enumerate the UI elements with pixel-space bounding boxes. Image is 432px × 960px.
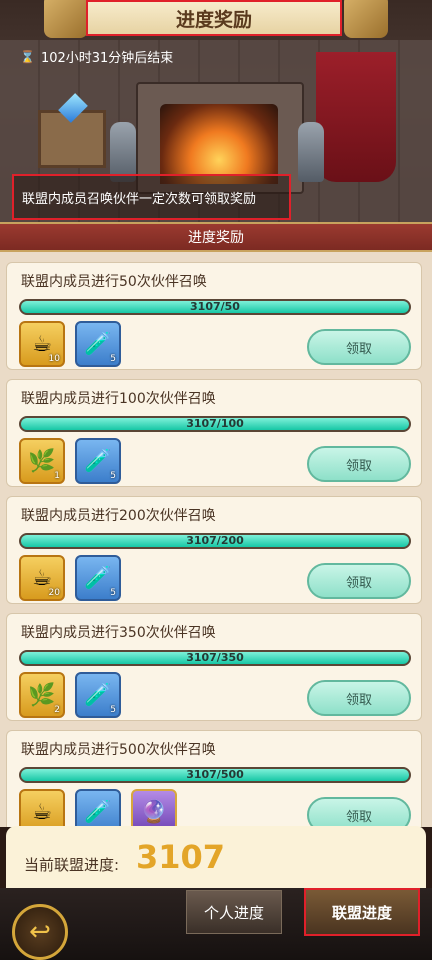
tab-alliance-label: 联盟进度	[331, 903, 392, 922]
task-progress-text: 3107/350	[186, 651, 244, 664]
reward-items: 🌿 1 🧪 5	[19, 438, 121, 484]
claim-button[interactable]: 领取	[307, 446, 411, 482]
task-progress-text: 3107/200	[186, 534, 244, 547]
claim-button[interactable]: 领取	[307, 680, 411, 716]
crest-right-icon	[344, 0, 388, 38]
task-progress-text: 3107/500	[186, 768, 244, 781]
task-progress-bar: 3107/50	[19, 299, 411, 315]
reward-items: ☕ 20 🧪 5	[19, 555, 121, 601]
section-header: 进度奖励	[0, 222, 432, 252]
reward-item[interactable]: 🌿 1	[19, 438, 65, 484]
fire-icon	[160, 104, 278, 184]
page-title-text: 进度奖励	[175, 8, 252, 31]
task-progress-bar: 3107/100	[19, 416, 411, 432]
reward-items: ☕ 10 🧪 5	[19, 321, 121, 367]
countdown-timer: ⌛ 102小时31分钟后结束	[20, 47, 174, 67]
current-progress-value: 3107	[136, 838, 226, 876]
reward-item[interactable]: ☕ 20	[19, 555, 65, 601]
tea-cup-icon: ☕	[32, 565, 52, 591]
reward-count: 10	[48, 354, 60, 364]
back-arrow-icon: ↩	[29, 917, 51, 947]
hint-text: 联盟内成员召唤伙伴一定次数可领取奖励	[22, 191, 257, 207]
reward-count: 5	[110, 354, 116, 364]
timer-text: 102小时31分钟后结束	[40, 51, 174, 66]
claim-button[interactable]: 领取	[307, 797, 411, 827]
task-title: 联盟内成员进行500次伙伴召唤	[21, 742, 216, 758]
section-title: 进度奖励	[188, 230, 244, 246]
reward-items: 🌿 2 🧪 5	[19, 672, 121, 718]
reward-item[interactable]: 🔮	[131, 789, 177, 827]
task-card: 联盟内成员进行50次伙伴召唤 3107/50 ☕ 10 🧪 5 领取	[6, 262, 422, 370]
potion-icon: 🧪	[84, 331, 112, 357]
reward-item[interactable]: ☕	[19, 789, 65, 827]
claim-button[interactable]: 领取	[307, 563, 411, 599]
potion-icon: 🧪	[84, 448, 112, 474]
reward-item[interactable]: 🌿 2	[19, 672, 65, 718]
reward-item[interactable]: 🧪	[75, 789, 121, 827]
potion-icon: 🧪	[84, 799, 112, 825]
task-card: 联盟内成员进行200次伙伴召唤 3107/200 ☕ 20 🧪 5 领取	[6, 496, 422, 604]
reward-count: 5	[110, 588, 116, 598]
tab-personal-label: 个人进度	[203, 903, 264, 922]
reward-items: ☕ 🧪 🔮	[19, 789, 177, 827]
task-progress-bar: 3107/350	[19, 650, 411, 666]
reward-count: 2	[54, 705, 60, 715]
task-title: 联盟内成员进行100次伙伴召唤	[21, 391, 216, 407]
claim-button[interactable]: 领取	[307, 329, 411, 365]
tab-alliance-progress[interactable]: 联盟进度	[304, 888, 420, 936]
reward-count: 5	[110, 471, 116, 481]
back-button[interactable]: ↩	[12, 904, 68, 960]
task-card: 联盟内成员进行500次伙伴召唤 3107/500 ☕ 🧪 🔮 领取	[6, 730, 422, 827]
crystal-card-icon: 🔮	[140, 799, 168, 825]
current-progress-panel: 当前联盟进度: 3107	[6, 826, 426, 888]
crest-left-icon	[44, 0, 88, 38]
reward-count: 5	[110, 705, 116, 715]
reward-item[interactable]: 🧪 5	[75, 321, 121, 367]
knight-armor-icon	[110, 122, 136, 182]
red-banner	[316, 52, 396, 182]
reward-item[interactable]: 🧪 5	[75, 555, 121, 601]
potion-icon: 🧪	[84, 682, 112, 708]
hourglass-icon: ⌛	[20, 49, 35, 64]
current-progress-label: 当前联盟进度:	[24, 856, 120, 874]
event-hint: 联盟内成员召唤伙伴一定次数可领取奖励	[12, 174, 291, 220]
task-progress-bar: 3107/200	[19, 533, 411, 549]
page-title: 进度奖励	[86, 0, 342, 36]
reward-item[interactable]: 🧪 5	[75, 438, 121, 484]
task-title: 联盟内成员进行50次伙伴召唤	[21, 274, 207, 290]
reward-item[interactable]: 🧪 5	[75, 672, 121, 718]
reward-count: 1	[54, 471, 60, 481]
herb-bundle-icon: 🌿	[28, 682, 56, 708]
task-card: 联盟内成员进行100次伙伴召唤 3107/100 🌿 1 🧪 5 领取	[6, 379, 422, 487]
tab-personal-progress[interactable]: 个人进度	[186, 890, 282, 934]
reward-item[interactable]: ☕ 10	[19, 321, 65, 367]
knight-armor-icon	[298, 122, 324, 182]
reward-list[interactable]: 联盟内成员进行50次伙伴召唤 3107/50 ☕ 10 🧪 5 领取 联盟内成员进行100次伙…	[0, 252, 432, 827]
task-progress-text: 3107/100	[186, 417, 244, 430]
task-progress-bar: 3107/500	[19, 767, 411, 783]
task-card: 联盟内成员进行350次伙伴召唤 3107/350 🌿 2 🧪 5 领取	[6, 613, 422, 721]
herb-bundle-icon: 🌿	[28, 448, 56, 474]
task-title: 联盟内成员进行200次伙伴召唤	[21, 508, 216, 524]
potion-icon: 🧪	[84, 565, 112, 591]
tea-cup-icon: ☕	[32, 331, 52, 357]
tea-cup-icon: ☕	[32, 799, 52, 825]
reward-count: 20	[48, 588, 60, 598]
task-progress-text: 3107/50	[190, 300, 240, 313]
task-title: 联盟内成员进行350次伙伴召唤	[21, 625, 216, 641]
